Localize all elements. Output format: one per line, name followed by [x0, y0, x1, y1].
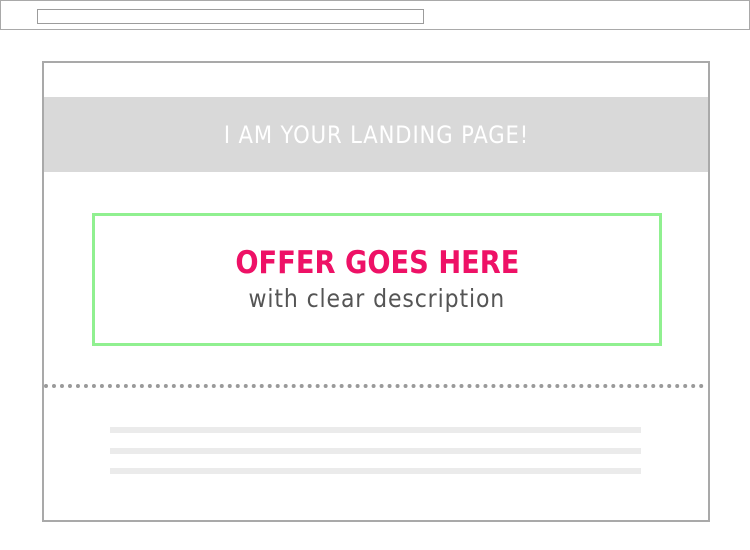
address-bar-placeholder: [37, 9, 424, 24]
offer-description: with clear description: [248, 283, 506, 313]
placeholder-text-line: [110, 427, 641, 433]
fold-divider: [44, 384, 704, 388]
offer-box: OFFER GOES HERE with clear description: [92, 213, 662, 346]
hero-title: I AM YOUR LANDING PAGE!: [223, 120, 529, 149]
landing-page-frame: I AM YOUR LANDING PAGE! OFFER GOES HERE …: [42, 61, 710, 522]
placeholder-text-line: [110, 468, 641, 474]
placeholder-text-line: [110, 448, 641, 454]
hero-banner: I AM YOUR LANDING PAGE!: [44, 97, 708, 172]
offer-headline: OFFER GOES HERE: [234, 244, 520, 281]
browser-bar: [0, 0, 750, 30]
